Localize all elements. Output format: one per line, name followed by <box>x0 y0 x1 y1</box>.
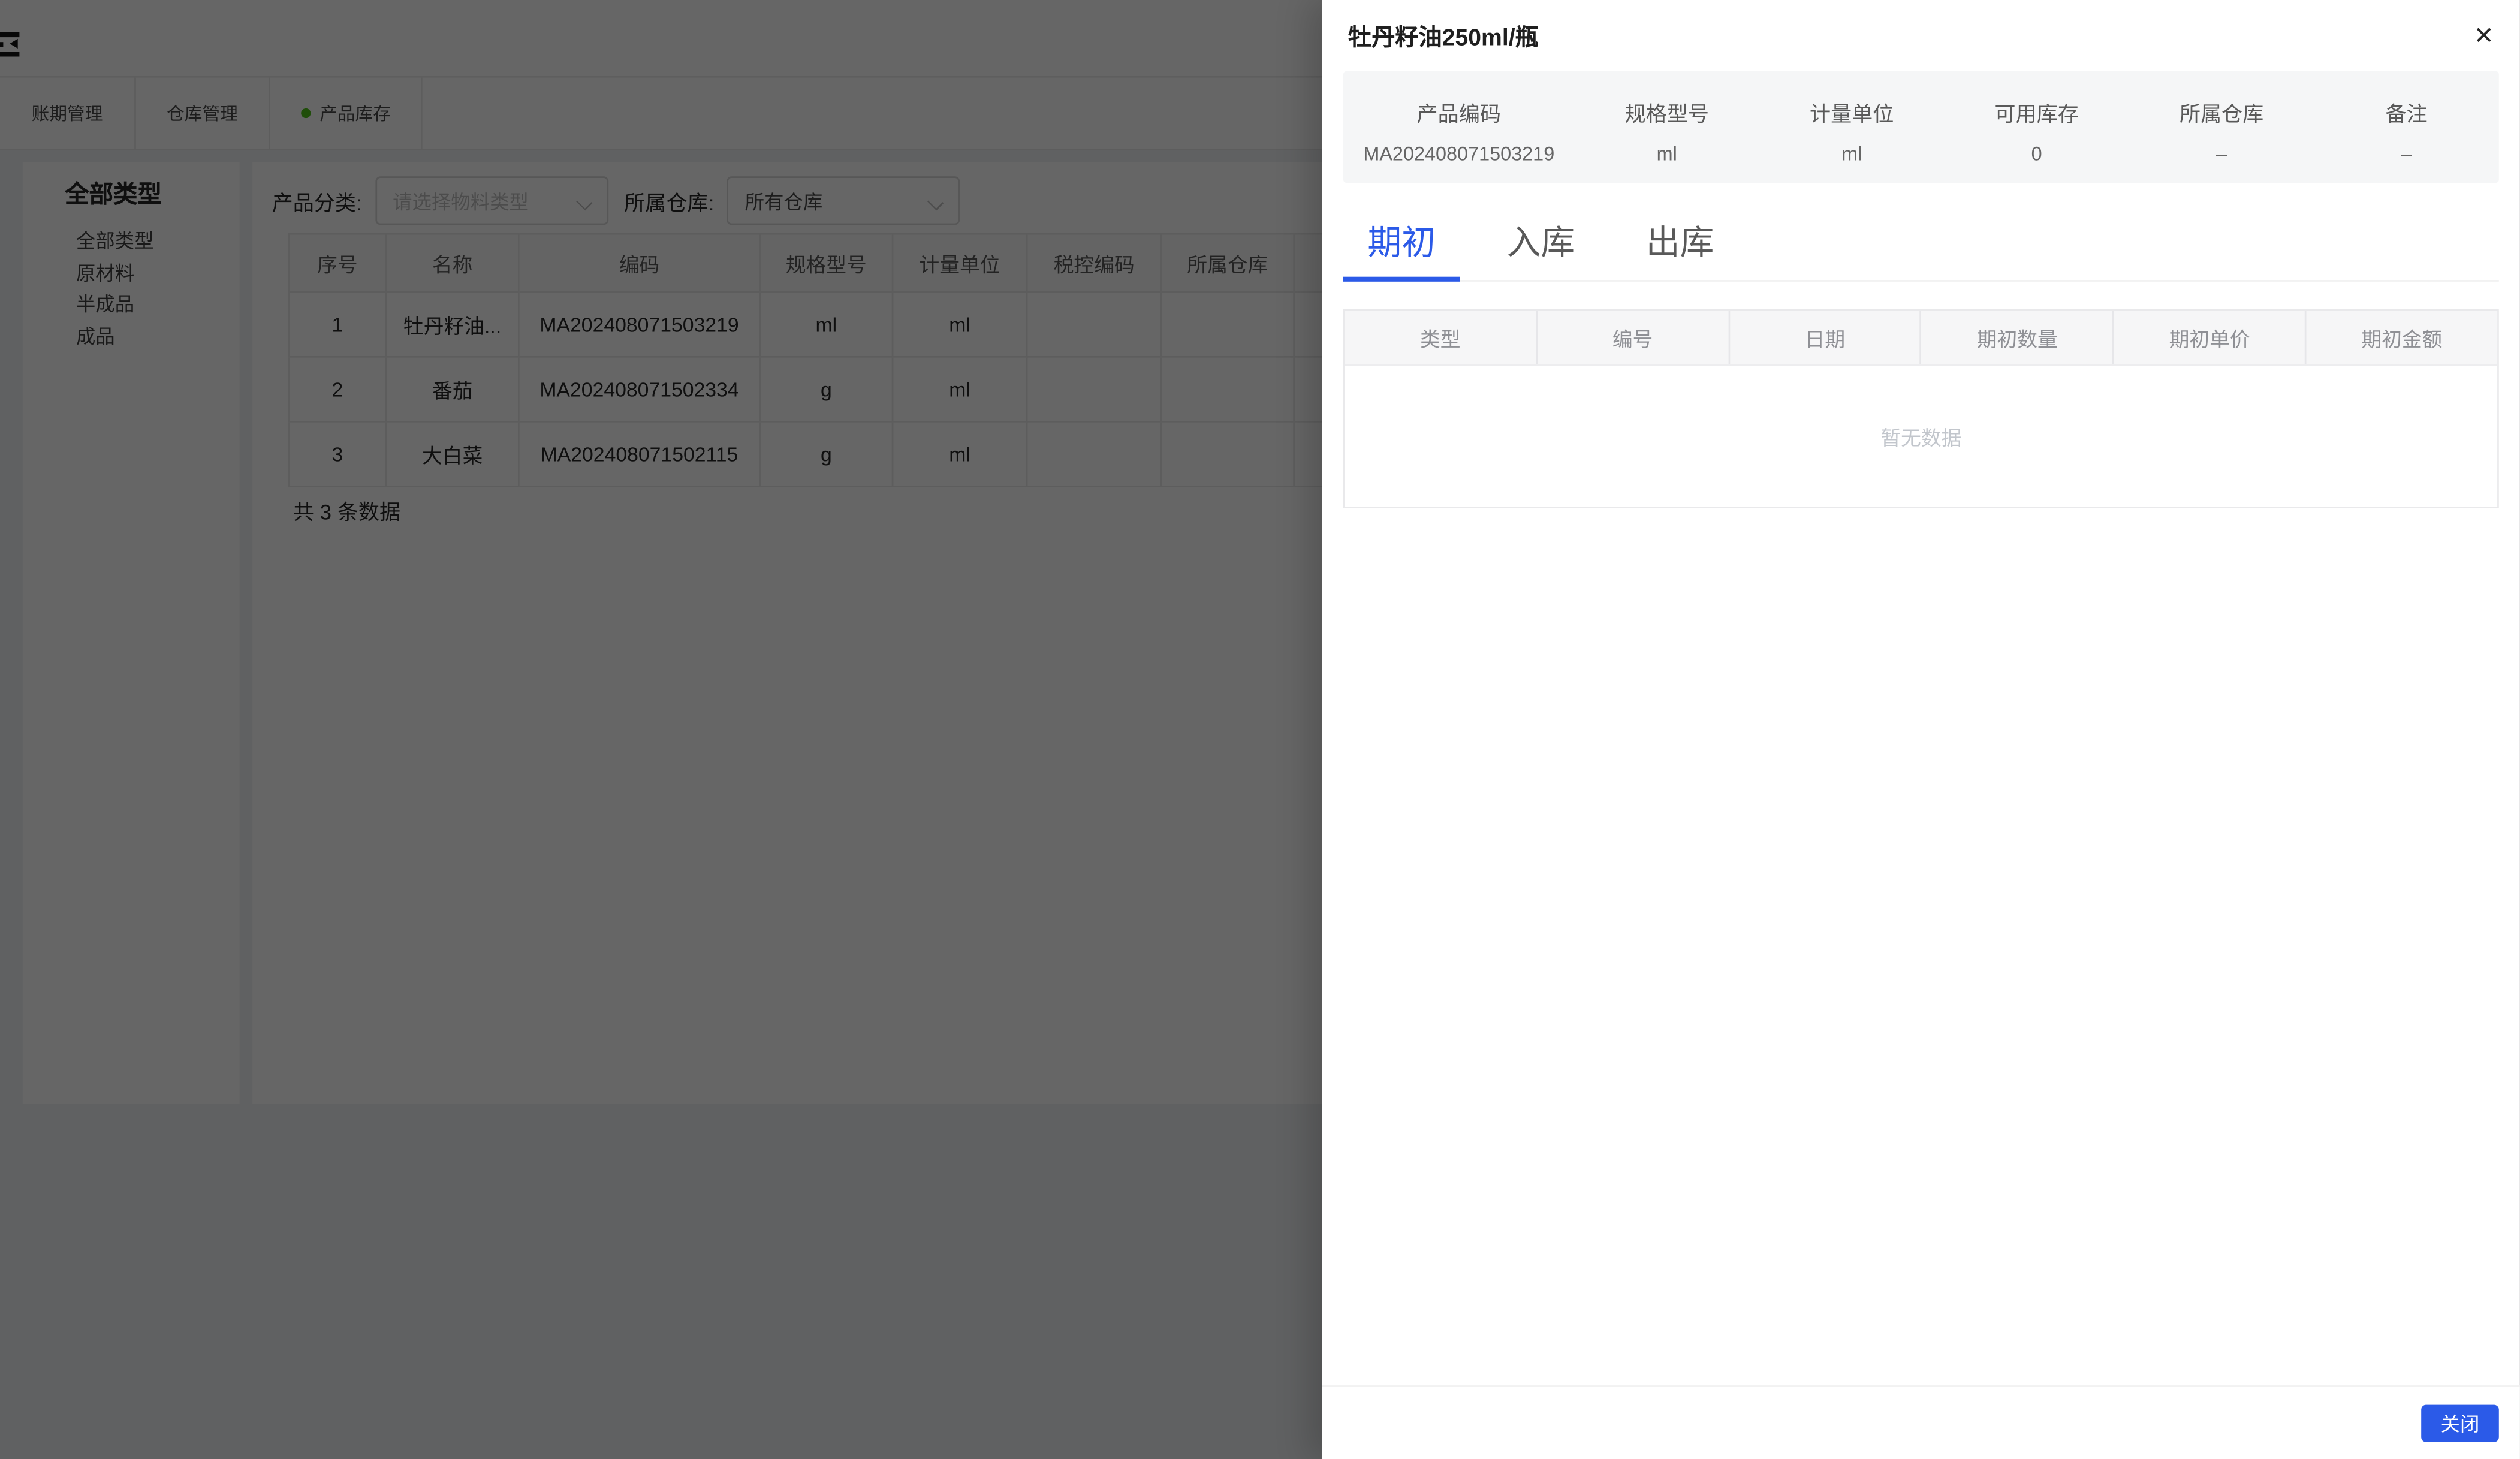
info-value: – <box>2401 143 2412 165</box>
info-field-warehouse: 所属仓库 – <box>2129 71 2314 183</box>
info-label: 备注 <box>2385 97 2427 128</box>
info-field-product-code: 产品编码 MA202408071503219 <box>1343 71 1575 183</box>
detail-col-opening-qty: 期初数量 <box>1922 311 2114 364</box>
detail-col-opening-amount: 期初金额 <box>2307 311 2497 364</box>
drawer-tabbar: 期初 入库 出库 <box>1343 224 2499 282</box>
app-stage: 账期管理 仓库管理 产品库存 全部类型 全部类型 原材料 半成品 成品 产品分类… <box>0 0 2520 1459</box>
product-detail-drawer: 牡丹籽油250ml/瓶 ✕ 产品编码 MA202408071503219 规格型… <box>1322 0 2520 1459</box>
detail-table: 类型 编号 日期 期初数量 期初单价 期初金额 暂无数据 <box>1343 309 2499 508</box>
tab-inbound[interactable]: 入库 <box>1482 224 1599 281</box>
detail-col-type: 类型 <box>1345 311 1538 364</box>
info-value: ml <box>1841 143 1862 165</box>
close-icon[interactable]: ✕ <box>2474 23 2494 48</box>
product-info-box: 产品编码 MA202408071503219 规格型号 ml 计量单位 ml 可… <box>1343 71 2499 183</box>
info-label: 所属仓库 <box>2180 97 2263 128</box>
detail-col-number: 编号 <box>1538 311 1730 364</box>
drawer-header: 牡丹籽油250ml/瓶 ✕ <box>1322 0 2520 71</box>
info-label: 可用库存 <box>1994 97 2078 128</box>
detail-col-date: 日期 <box>1729 311 1922 364</box>
tab-opening-balance[interactable]: 期初 <box>1343 224 1460 281</box>
tab-outbound[interactable]: 出库 <box>1621 224 1738 281</box>
info-field-spec: 规格型号 ml <box>1575 71 1759 183</box>
info-field-remark: 备注 – <box>2314 71 2498 183</box>
close-button[interactable]: 关闭 <box>2421 1404 2499 1441</box>
info-value: ml <box>1657 143 1677 165</box>
info-label: 规格型号 <box>1625 97 1709 128</box>
info-value: – <box>2216 143 2227 165</box>
info-field-unit: 计量单位 ml <box>1759 71 1944 183</box>
detail-table-header: 类型 编号 日期 期初数量 期初单价 期初金额 <box>1345 311 2497 364</box>
info-label: 计量单位 <box>1810 97 1894 128</box>
drawer-title: 牡丹籽油250ml/瓶 <box>1348 19 1539 53</box>
detail-col-opening-price: 期初单价 <box>2114 311 2307 364</box>
detail-table-empty-state: 暂无数据 <box>1345 364 2497 507</box>
info-label: 产品编码 <box>1417 97 1501 128</box>
drawer-footer: 关闭 <box>1322 1385 2520 1459</box>
info-value: MA202408071503219 <box>1363 143 1554 165</box>
info-field-available-stock: 可用库存 0 <box>1944 71 2129 183</box>
info-value: 0 <box>2031 143 2042 165</box>
